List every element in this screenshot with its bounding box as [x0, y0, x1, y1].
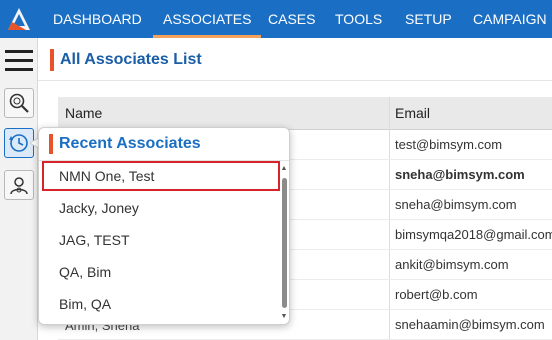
row-email: sneha@bimsym.com [395, 167, 525, 182]
recent-associates-popup: Recent Associates NMN One, Test Jacky, J… [38, 127, 290, 325]
recent-item[interactable]: Bim, QA [42, 289, 280, 319]
nav-setup[interactable]: SETUP [405, 0, 452, 38]
top-nav-bar: DASHBOARD ASSOCIATES CASES TOOLS SETUP C… [0, 0, 552, 38]
nav-cases[interactable]: CASES [268, 0, 315, 38]
search-icon[interactable] [4, 88, 34, 118]
column-header-name[interactable]: Name [65, 97, 102, 130]
recent-item[interactable]: Jacky, Joney [42, 193, 280, 223]
nav-dashboard[interactable]: DASHBOARD [53, 0, 142, 38]
popup-scrollbar[interactable] [282, 178, 287, 308]
row-email: bimsymqa2018@gmail.com [395, 227, 552, 242]
row-email: snehaamin@bimsym.com [395, 317, 545, 332]
nav-campaign[interactable]: CAMPAIGN [473, 0, 547, 38]
app-logo-icon[interactable] [0, 0, 38, 38]
page-title-accent [50, 49, 54, 71]
popup-title: Recent Associates [59, 135, 201, 152]
title-divider [38, 80, 552, 81]
table-header: Name Email [58, 97, 552, 130]
row-email: ankit@bimsym.com [395, 257, 509, 272]
page-title: All Associates List [60, 51, 202, 68]
nav-tools[interactable]: TOOLS [335, 0, 382, 38]
menu-icon[interactable] [5, 50, 33, 72]
scroll-up-icon[interactable]: ▲ [280, 165, 288, 172]
row-email: test@bimsym.com [395, 137, 503, 152]
scroll-down-icon[interactable]: ▼ [280, 313, 288, 320]
nav-associates[interactable]: ASSOCIATES [152, 0, 262, 38]
recent-item[interactable]: QA, Bim [42, 257, 280, 287]
popup-title-accent [49, 134, 53, 154]
recent-item[interactable]: JAG, TEST [42, 225, 280, 255]
person-icon[interactable] [4, 170, 34, 200]
row-email: robert@b.com [395, 287, 478, 302]
row-email: sneha@bimsym.com [395, 197, 517, 212]
recent-item[interactable]: NMN One, Test [42, 161, 280, 191]
column-header-email[interactable]: Email [395, 97, 430, 130]
